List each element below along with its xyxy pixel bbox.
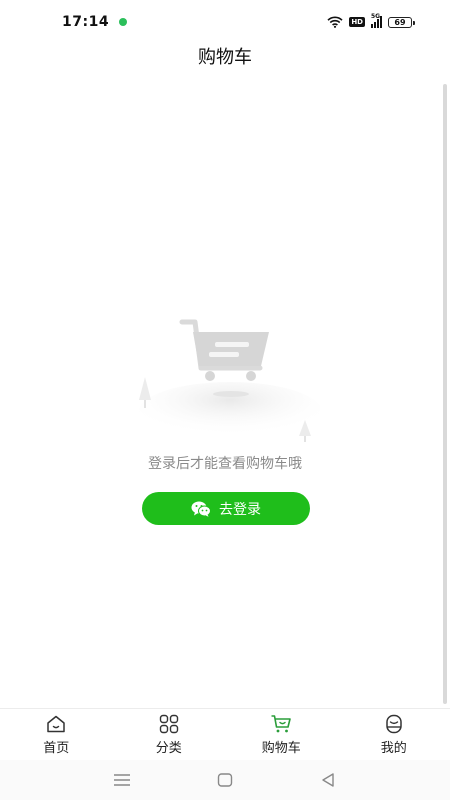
profile-icon bbox=[386, 714, 402, 734]
signal-icon: 5G bbox=[371, 13, 382, 28]
tab-category[interactable]: 分类 bbox=[113, 709, 226, 758]
battery-icon: 69 bbox=[388, 16, 415, 28]
menu-button[interactable] bbox=[111, 769, 133, 791]
menu-icon bbox=[113, 774, 130, 786]
status-time: 17:14 bbox=[62, 14, 110, 30]
status-right: HD 5G 69 bbox=[327, 13, 415, 28]
tab-home-label: 首页 bbox=[43, 741, 70, 756]
page-title: 购物车 bbox=[198, 47, 252, 68]
square-icon bbox=[217, 773, 233, 787]
bottom-tab-bar: 首页 分类 购物车 我的 bbox=[0, 708, 450, 758]
system-nav-bar bbox=[0, 760, 450, 800]
tab-category-label: 分类 bbox=[155, 741, 182, 756]
tab-home[interactable]: 首页 bbox=[0, 709, 113, 758]
category-icon bbox=[159, 714, 178, 734]
hd-badge: HD bbox=[349, 17, 365, 27]
tab-cart-label: 购物车 bbox=[261, 741, 301, 756]
empty-cart-illustration bbox=[138, 319, 320, 442]
login-button[interactable]: 去登录 bbox=[142, 492, 310, 525]
wifi-icon bbox=[327, 16, 343, 28]
scrollbar[interactable] bbox=[443, 84, 447, 704]
back-triangle-icon bbox=[322, 773, 335, 787]
cart-icon bbox=[271, 715, 292, 733]
status-left: 17:14 bbox=[62, 14, 128, 30]
tab-profile[interactable]: 我的 bbox=[338, 709, 450, 758]
home-button[interactable] bbox=[214, 769, 236, 791]
notification-icon bbox=[119, 18, 128, 26]
network-type-label: 5G bbox=[371, 13, 381, 20]
tab-profile-label: 我的 bbox=[380, 741, 407, 756]
back-button[interactable] bbox=[317, 769, 339, 791]
wechat-icon bbox=[191, 501, 211, 517]
home-icon bbox=[47, 715, 65, 733]
login-prompt-text: 登录后才能查看购物车哦 bbox=[148, 456, 302, 472]
login-button-label: 去登录 bbox=[219, 501, 261, 518]
battery-level: 69 bbox=[394, 17, 406, 27]
tab-cart[interactable]: 购物车 bbox=[225, 709, 338, 758]
status-bar: 17:14 HD 5G 69 bbox=[0, 0, 450, 44]
